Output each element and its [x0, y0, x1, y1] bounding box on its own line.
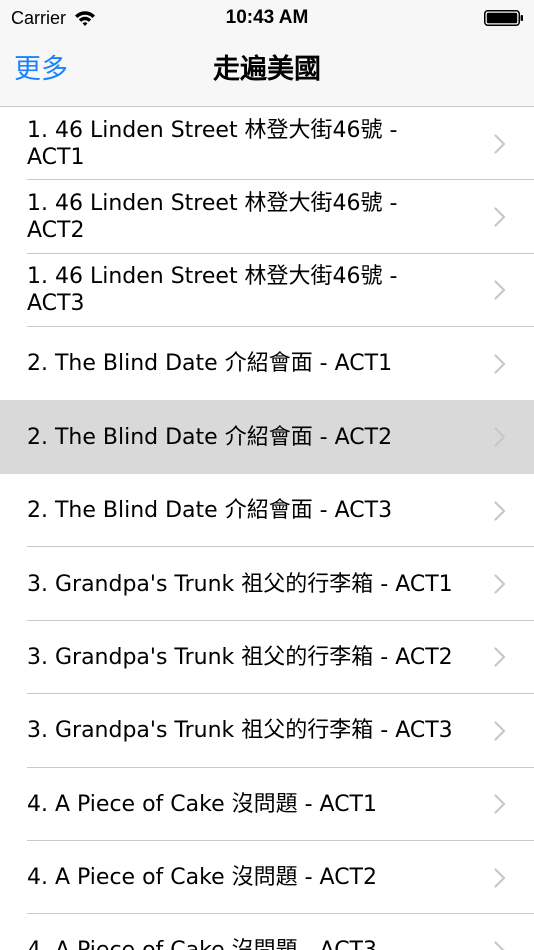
list-item[interactable]: 4. A Piece of Cake 沒問題 - ACT2: [0, 840, 534, 915]
list-item[interactable]: 2. The Blind Date 介紹會面 - ACT3: [0, 473, 534, 548]
list-item-label: 4. A Piece of Cake 沒問題 - ACT3: [27, 914, 457, 950]
list-item[interactable]: 4. A Piece of Cake 沒問題 - ACT1: [0, 767, 534, 841]
list-item-text: 4. A Piece of Cake 沒問題 - ACT2: [27, 865, 377, 891]
lesson-list[interactable]: 1. 46 Linden Street 林登大街46號 - ACT1 1. 46…: [0, 107, 534, 950]
list-item-label: 3. Grandpa's Trunk 祖父的行李箱 - ACT2: [27, 621, 457, 694]
chevron-right-icon: [494, 574, 506, 594]
list-item-label: 2. The Blind Date 介紹會面 - ACT3: [27, 474, 457, 547]
list-item[interactable]: 3. Grandpa's Trunk 祖父的行李箱 - ACT2: [0, 620, 534, 695]
status-time: 10:43 AM: [225, 7, 309, 28]
battery-icon: [484, 10, 523, 26]
list-item[interactable]: 1. 46 Linden Street 林登大街46號 - ACT2: [0, 180, 534, 254]
list-item-label: 1. 46 Linden Street 林登大街46號 - ACT1: [27, 107, 457, 180]
list-item-text: 2. The Blind Date 介紹會面 - ACT1: [27, 351, 393, 377]
navigation-bar: 更多 走遍美國: [0, 38, 534, 107]
chevron-right-icon: [494, 354, 506, 374]
chevron-right-icon: [494, 427, 506, 447]
chevron-right-icon: [494, 794, 506, 814]
chevron-right-icon: [494, 134, 506, 154]
list-item-label: 2. The Blind Date 介紹會面 - ACT2: [27, 401, 457, 474]
list-item[interactable]: 1. 46 Linden Street 林登大街46號 - ACT3: [0, 253, 534, 328]
list-item-label: 3. Grandpa's Trunk 祖父的行李箱 - ACT3: [27, 694, 457, 767]
chevron-right-icon: [494, 647, 506, 668]
list-item-text: 1. 46 Linden Street 林登大街46號 - ACT3: [27, 264, 398, 317]
list-item-text: 1. 46 Linden Street 林登大街46號 - ACT2: [27, 191, 398, 244]
list-item[interactable]: 3. Grandpa's Trunk 祖父的行李箱 - ACT3: [0, 694, 534, 768]
list-item[interactable]: 1. 46 Linden Street 林登大街46號 - ACT1: [0, 107, 534, 181]
page-title: 走遍美國: [213, 54, 321, 85]
list-item-label: 1. 46 Linden Street 林登大街46號 - ACT3: [27, 254, 457, 327]
list-item-text: 3. Grandpa's Trunk 祖父的行李箱 - ACT3: [27, 718, 453, 744]
list-item-label: 2. The Blind Date 介紹會面 - ACT1: [27, 327, 457, 400]
chevron-right-icon: [494, 721, 506, 741]
list-item[interactable]: 3. Grandpa's Trunk 祖父的行李箱 - ACT1: [0, 547, 534, 621]
chevron-right-icon: [494, 280, 506, 301]
list-item-text: 2. The Blind Date 介紹會面 - ACT3: [27, 498, 393, 524]
list-item-text: 2. The Blind Date 介紹會面 - ACT2: [27, 424, 393, 450]
list-item-label: 4. A Piece of Cake 沒問題 - ACT1: [27, 768, 457, 841]
list-item[interactable]: 2. The Blind Date 介紹會面 - ACT1: [0, 327, 534, 401]
chevron-right-icon: [494, 941, 505, 950]
chevron-right-icon: [494, 207, 506, 227]
list-item-label: 3. Grandpa's Trunk 祖父的行李箱 - ACT1: [27, 547, 457, 620]
list-item-label: 1. 46 Linden Street 林登大街46號 - ACT2: [27, 180, 457, 253]
chevron-right-icon: [494, 501, 506, 521]
list-item[interactable]: 2. The Blind Date 介紹會面 - ACT2: [0, 400, 534, 474]
list-item-text: 3. Grandpa's Trunk 祖父的行李箱 - ACT2: [27, 644, 453, 670]
chevron-right-icon: [494, 867, 506, 888]
list-item-text: 3. Grandpa's Trunk 祖父的行李箱 - ACT1: [27, 571, 453, 597]
list-item-text: 4. A Piece of Cake 沒問題 - ACT3: [27, 937, 377, 950]
list-item[interactable]: 4. A Piece of Cake 沒問題 - ACT3: [0, 914, 534, 950]
list-item-text: 4. A Piece of Cake 沒問題 - ACT1: [27, 791, 377, 817]
status-bar: Carrier 10:43 AM: [0, 0, 534, 38]
list-item-label: 4. A Piece of Cake 沒問題 - ACT2: [27, 841, 457, 914]
list-item-text: 1. 46 Linden Street 林登大街46號 - ACT1: [27, 117, 398, 170]
